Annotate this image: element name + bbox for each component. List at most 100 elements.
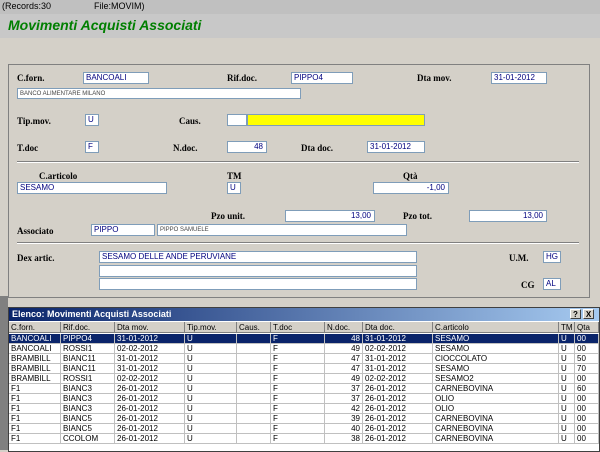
pzounit-field[interactable]: 13,00 (285, 210, 375, 222)
pzounit-label: Pzo unit. (211, 211, 246, 221)
dex-field-line3[interactable] (99, 278, 417, 290)
associato-field[interactable]: PIPPO (91, 224, 155, 236)
table-cell: 47 (325, 364, 363, 374)
tm-label: TM (227, 171, 242, 181)
column-header[interactable]: C.forn. (9, 322, 61, 333)
ndoc-label: N.doc. (173, 143, 198, 153)
table-cell: ROSSI1 (61, 374, 115, 384)
table-cell: 31-01-2012 (363, 334, 433, 344)
table-cell: 02-02-2012 (115, 344, 185, 354)
table-row[interactable]: F1 BIANC5 26-01-2012 U F 40 26-01-2012 CARNEBOV… (9, 424, 599, 434)
caus-field[interactable] (227, 114, 247, 126)
table-row[interactable]: F1 BIANC5 26-01-2012 U F 39 26-01-2012 CARNEBOV… (9, 414, 599, 424)
table-cell: F (271, 404, 325, 414)
qta-field[interactable]: -1,00 (373, 182, 449, 194)
table-cell: F1 (9, 394, 61, 404)
table-cell: U (559, 384, 575, 394)
table-cell: U (559, 394, 575, 404)
column-header[interactable]: C.articolo (433, 322, 559, 333)
carticolo-label: C.articolo (39, 171, 78, 181)
table-cell: 00 (575, 414, 599, 424)
table-row[interactable]: BANCOALI PIPPO4 31-01-2012 U F 48 31-01-2012 SE… (9, 334, 599, 344)
table-row[interactable]: BANCOALI ROSSI1 02-02-2012 U F 49 02-02-2012 SE… (9, 344, 599, 354)
pzotot-field[interactable]: 13,00 (469, 210, 547, 222)
table-cell: OLIO (433, 404, 559, 414)
column-header[interactable]: Qta (575, 322, 599, 333)
table-cell: U (559, 364, 575, 374)
table-cell: CCOLOM (61, 434, 115, 444)
column-header[interactable]: N.doc. (325, 322, 363, 333)
dtadoc-field[interactable]: 31-01-2012 (367, 141, 425, 153)
dtamov-field[interactable]: 31-01-2012 (491, 72, 547, 84)
cforn-field[interactable]: BANCOALI (83, 72, 149, 84)
table-cell: 26-01-2012 (363, 394, 433, 404)
dex-field-line1[interactable]: SESAMO DELLE ANDE PERUVIANE (99, 251, 417, 263)
table-row[interactable]: BRAMBILL BIANC11 31-01-2012 U F 47 31-01-2012 S… (9, 364, 599, 374)
column-header[interactable]: Dta mov. (115, 322, 185, 333)
dtadoc-label: Dta doc. (301, 143, 333, 153)
um-label: U.M. (509, 253, 529, 263)
table-cell: F (271, 414, 325, 424)
table-cell: 26-01-2012 (115, 424, 185, 434)
table-row[interactable]: F1 BIANC3 26-01-2012 U F 37 26-01-2012 CARNEBOV… (9, 384, 599, 394)
table-cell: 42 (325, 404, 363, 414)
table-cell: SESAMO (433, 334, 559, 344)
records-count: (Records:30 (2, 1, 52, 11)
column-header[interactable]: T.doc (271, 322, 325, 333)
table-cell: 38 (325, 434, 363, 444)
form-panel: C.forn. BANCOALI Rif.doc. PIPPO4 Dta mov… (8, 64, 590, 298)
table-row[interactable]: F1 BIANC3 26-01-2012 U F 42 26-01-2012 OLIO U 00 (9, 404, 599, 414)
table-cell: CARNEBOVINA (433, 424, 559, 434)
table-cell: F1 (9, 384, 61, 394)
table-cell: 26-01-2012 (363, 384, 433, 394)
rifdoc-field[interactable]: PIPPO4 (291, 72, 353, 84)
table-row[interactable]: F1 BIANC3 26-01-2012 U F 37 26-01-2012 OLIO U 00 (9, 394, 599, 404)
column-header[interactable]: Dta doc. (363, 322, 433, 333)
carticolo-field[interactable]: SESAMO (17, 182, 167, 194)
table-cell: BIANC3 (61, 384, 115, 394)
records-grid[interactable]: Elenco: Movimenti Acquisti Associati ? X… (8, 307, 600, 452)
grid-title-bar: Elenco: Movimenti Acquisti Associati ? X (9, 308, 599, 321)
tdoc-field[interactable]: F (85, 141, 99, 153)
help-button[interactable]: ? (570, 309, 581, 319)
column-header[interactable]: Caus. (237, 322, 271, 333)
table-cell: 00 (575, 334, 599, 344)
table-cell: 26-01-2012 (115, 384, 185, 394)
table-cell: OLIO (433, 394, 559, 404)
table-cell: CARNEBOVINA (433, 414, 559, 424)
table-cell: 37 (325, 384, 363, 394)
caus-description (247, 114, 425, 126)
close-button[interactable]: X (583, 309, 594, 319)
table-row[interactable]: BRAMBILL BIANC11 31-01-2012 U F 47 31-01-2012 C… (9, 354, 599, 364)
table-cell: 26-01-2012 (115, 404, 185, 414)
dex-field-line2[interactable] (99, 265, 417, 277)
divider (17, 242, 579, 244)
table-cell (237, 424, 271, 434)
table-cell: U (185, 334, 237, 344)
table-row[interactable]: BRAMBILL ROSSI1 02-02-2012 U F 49 02-02-2012 SE… (9, 374, 599, 384)
table-cell: 40 (325, 424, 363, 434)
table-cell: 02-02-2012 (363, 344, 433, 354)
table-cell: 26-01-2012 (115, 434, 185, 444)
table-cell: 39 (325, 414, 363, 424)
column-header[interactable]: Tip.mov. (185, 322, 237, 333)
table-cell: PIPPO4 (61, 334, 115, 344)
table-cell (237, 434, 271, 444)
column-header[interactable]: TM (559, 322, 575, 333)
table-cell: BIANC11 (61, 364, 115, 374)
tipmov-field[interactable]: U (85, 114, 99, 126)
table-cell: BRAMBILL (9, 374, 61, 384)
um-field[interactable]: HG (543, 251, 561, 263)
table-cell (237, 414, 271, 424)
table-cell: F (271, 394, 325, 404)
tm-field[interactable]: U (227, 182, 241, 194)
column-header[interactable]: Rif.doc. (61, 322, 115, 333)
ndoc-field[interactable]: 48 (227, 141, 267, 153)
table-cell: 26-01-2012 (115, 414, 185, 424)
cg-field[interactable]: AL (543, 278, 561, 290)
tdoc-label: T.doc (17, 143, 39, 153)
table-cell: 00 (575, 434, 599, 444)
table-row[interactable]: F1 CCOLOM 26-01-2012 U F 38 26-01-2012 CARNEBOV… (9, 434, 599, 444)
table-cell: 26-01-2012 (115, 394, 185, 404)
grid-title: Elenco: Movimenti Acquisti Associati (12, 309, 172, 319)
